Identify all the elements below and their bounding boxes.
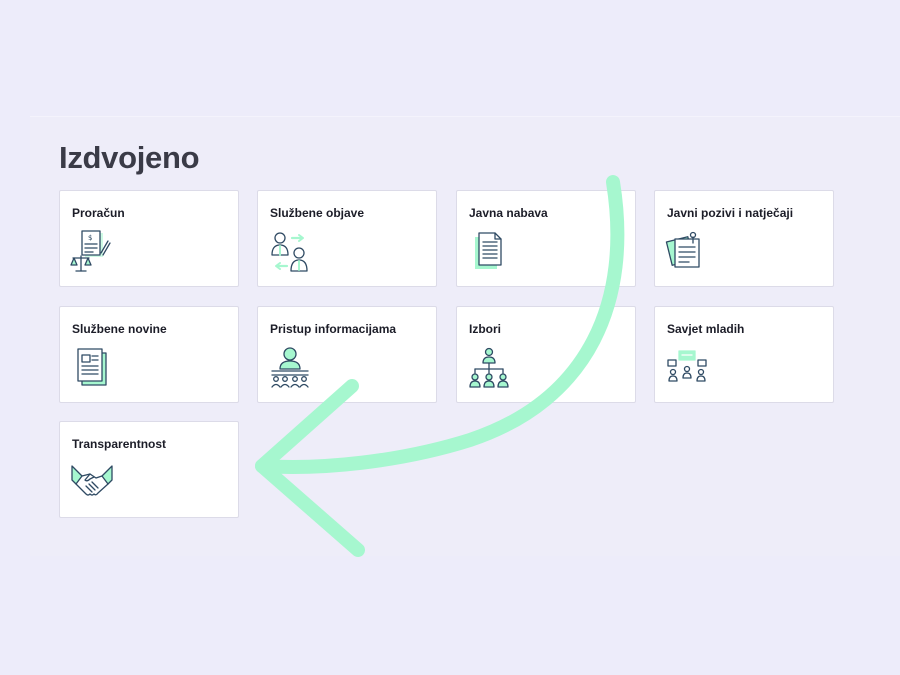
card-sluzbene-novine[interactable]: Službene novine <box>59 306 239 403</box>
card-title: Proračun <box>72 206 125 220</box>
card-javni-pozivi[interactable]: Javni pozivi i natječaji <box>654 190 834 287</box>
section-title: Izdvojeno <box>59 140 200 175</box>
documents-icon <box>467 229 511 275</box>
budget-scales-icon: $ <box>70 229 114 275</box>
handshake-icon <box>70 460 114 506</box>
page: Izdvojeno Proračun $ Službene objave Jav… <box>0 0 900 675</box>
svg-text:$: $ <box>88 234 92 242</box>
card-transparentnost[interactable]: Transparentnost <box>59 421 239 518</box>
card-savjet-mladih[interactable]: Savjet mladih <box>654 306 834 403</box>
card-title: Javni pozivi i natječaji <box>667 206 794 220</box>
people-exchange-icon <box>268 229 312 275</box>
newspaper-icon <box>70 345 114 391</box>
group-discussion-icon <box>665 345 709 391</box>
hierarchy-icon <box>467 345 511 391</box>
card-title: Javna nabava <box>469 206 548 220</box>
card-title: Službene objave <box>270 206 365 220</box>
card-title: Pristup informacijama <box>270 322 397 336</box>
speaker-podium-icon <box>268 345 312 391</box>
card-javna-nabava[interactable]: Javna nabava <box>456 190 636 287</box>
card-title: Savjet mladih <box>667 322 745 336</box>
card-izbori[interactable]: Izbori <box>456 306 636 403</box>
card-title: Izbori <box>469 322 501 336</box>
card-title: Transparentnost <box>72 437 167 451</box>
card-pristup-informacijama[interactable]: Pristup informacijama <box>257 306 437 403</box>
card-sluzbene-objave[interactable]: Službene objave <box>257 190 437 287</box>
card-proracun[interactable]: Proračun $ <box>59 190 239 287</box>
pinned-notes-icon <box>665 229 709 275</box>
card-title: Službene novine <box>72 322 167 336</box>
